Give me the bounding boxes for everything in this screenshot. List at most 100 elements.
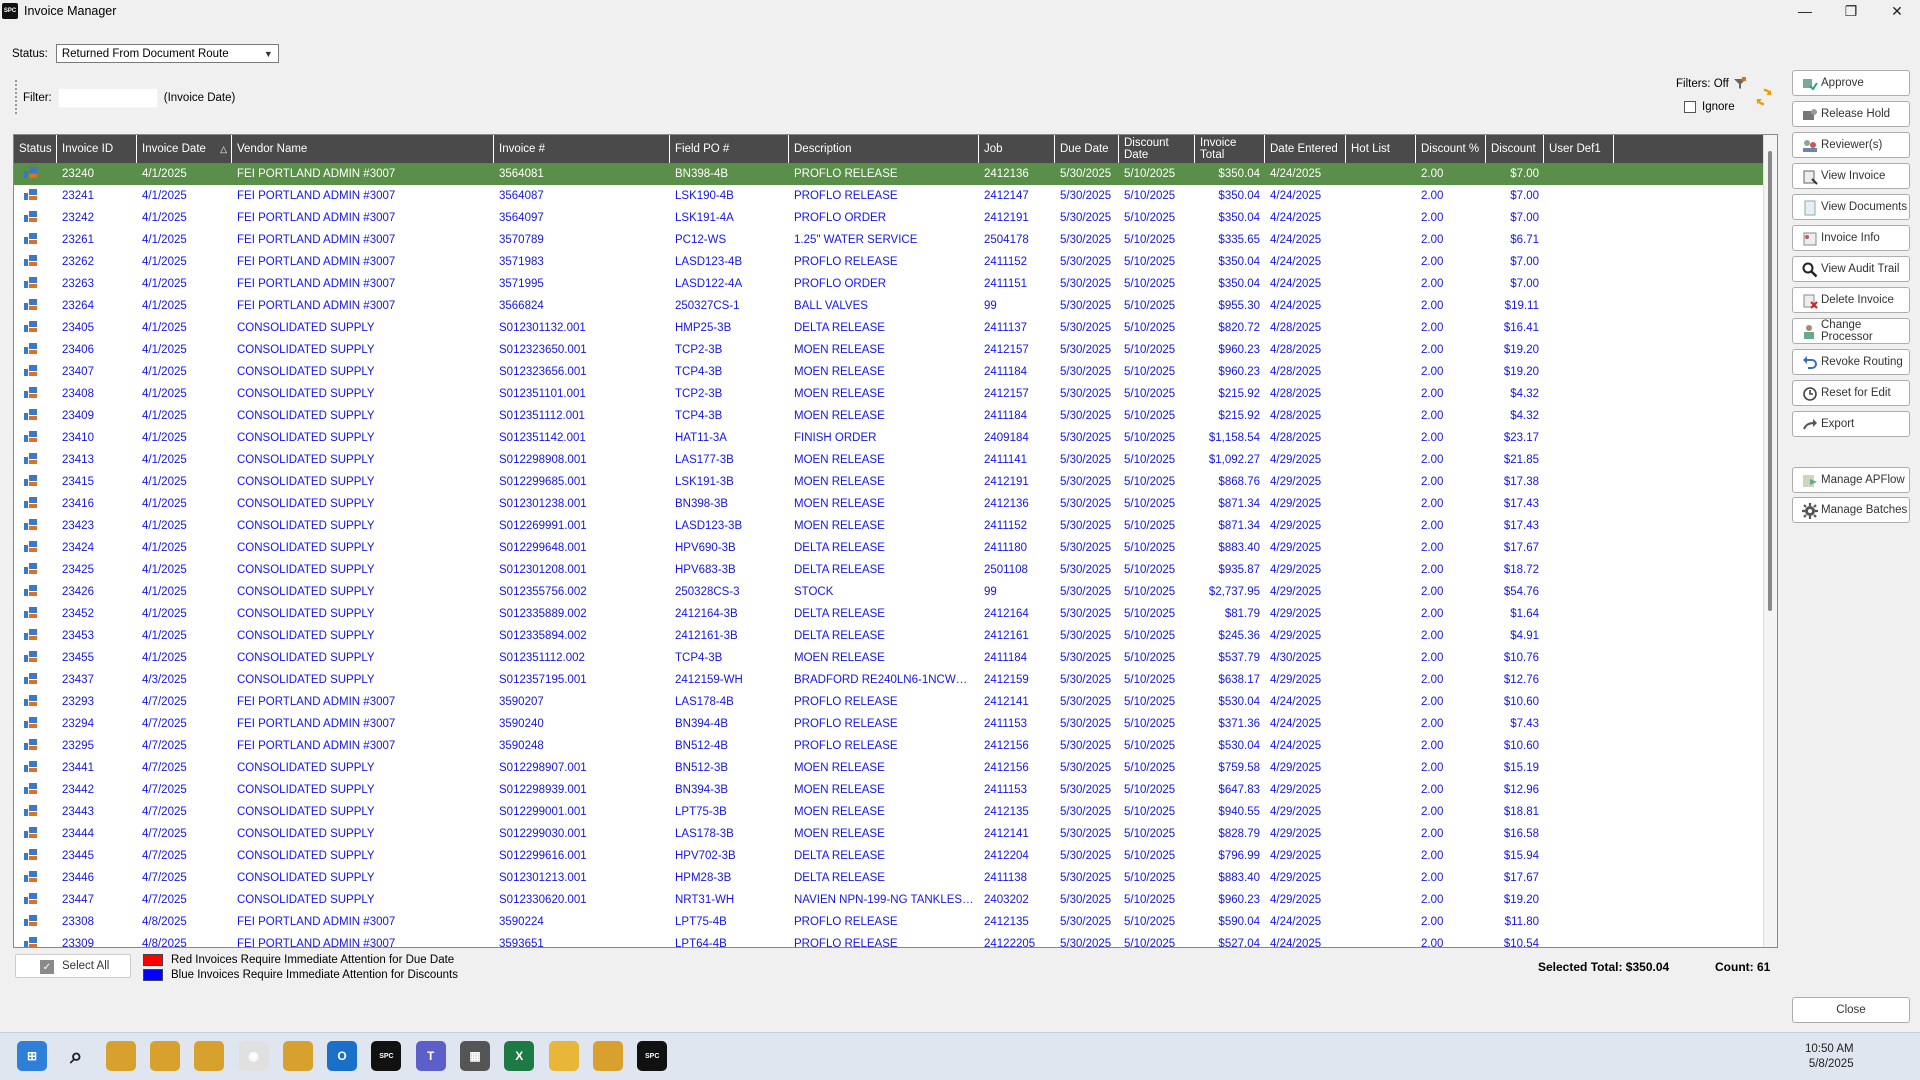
table-row[interactable]: 23263 4/1/2025 FEI PORTLAND ADMIN #3007 357… — [14, 273, 1764, 295]
tray-clock[interactable]: 10:50 AM 5/8/2025 — [1805, 1042, 1854, 1072]
table-row[interactable]: 23442 4/7/2025 CONSOLIDATED SUPPLY S0122989… — [14, 779, 1764, 801]
table-row[interactable]: 23241 4/1/2025 FEI PORTLAND ADMIN #3007 356… — [14, 185, 1764, 207]
filter-input[interactable] — [57, 88, 158, 108]
column-header-user-def1[interactable]: User Def1 — [1544, 135, 1614, 163]
funnel-icon[interactable] — [1733, 77, 1747, 91]
filters-status[interactable]: Filters: Off — [1676, 77, 1747, 91]
reviewer-s-button[interactable]: Reviewer(s) — [1792, 132, 1910, 158]
column-header-invoice[interactable]: Invoice # — [494, 135, 670, 163]
table-row[interactable]: 23413 4/1/2025 CONSOLIDATED SUPPLY S0122989… — [14, 449, 1764, 471]
taskbar-teams-icon[interactable]: T — [415, 1041, 446, 1071]
table-row[interactable]: 23453 4/1/2025 CONSOLIDATED SUPPLY S0123358… — [14, 625, 1764, 647]
table-row[interactable]: 23443 4/7/2025 CONSOLIDATED SUPPLY S0122990… — [14, 801, 1764, 823]
view-invoice-icon — [1802, 169, 1818, 185]
column-header-discount[interactable]: Discount % — [1416, 135, 1486, 163]
table-row[interactable]: 23294 4/7/2025 FEI PORTLAND ADMIN #3007 359… — [14, 713, 1764, 735]
taskbar-excel-icon[interactable]: X — [504, 1041, 535, 1071]
column-header-invoice-date[interactable]: Invoice Date △ — [137, 135, 232, 163]
release-hold-button[interactable]: Release Hold — [1792, 101, 1910, 127]
view-invoice-button[interactable]: View Invoice — [1792, 163, 1910, 189]
table-row[interactable]: 23437 4/3/2025 CONSOLIDATED SUPPLY S0123571… — [14, 669, 1764, 691]
cell-invoice-date: 4/1/2025 — [142, 168, 187, 180]
table-row[interactable]: 23424 4/1/2025 CONSOLIDATED SUPPLY S0122996… — [14, 537, 1764, 559]
taskbar-start-icon[interactable]: ⊞ — [17, 1041, 47, 1071]
scrollbar-thumb[interactable] — [1768, 151, 1772, 611]
invoice-info-button[interactable]: Invoice Info — [1792, 225, 1910, 251]
restore-button[interactable]: ❐ — [1828, 0, 1874, 22]
revoke-routing-button[interactable]: Revoke Routing — [1792, 349, 1910, 375]
table-row[interactable]: 23406 4/1/2025 CONSOLIDATED SUPPLY S0123236… — [14, 339, 1764, 361]
close-window-button[interactable]: ✕ — [1874, 0, 1920, 22]
column-header-job[interactable]: Job — [979, 135, 1055, 163]
reset-for-edit-button[interactable]: Reset for Edit — [1792, 380, 1910, 406]
change-processor-button[interactable]: Change Processor — [1792, 318, 1910, 344]
taskbar-search-icon[interactable]: ⌕ — [61, 1041, 91, 1071]
table-row[interactable]: 23262 4/1/2025 FEI PORTLAND ADMIN #3007 357… — [14, 251, 1764, 273]
taskbar-calculator-icon[interactable]: ▦ — [460, 1041, 490, 1071]
table-row[interactable]: 23441 4/7/2025 CONSOLIDATED SUPPLY S0122989… — [14, 757, 1764, 779]
status-dropdown[interactable]: Returned From Document Route ▼ — [55, 44, 279, 63]
taskbar-app-icon[interactable] — [282, 1041, 313, 1071]
table-row[interactable]: 23455 4/1/2025 CONSOLIDATED SUPPLY S0123511… — [14, 647, 1764, 669]
select-all-button[interactable]: ✓ Select All — [15, 954, 131, 978]
taskbar-outlook-icon[interactable]: O — [327, 1041, 358, 1071]
column-header-status[interactable]: Status — [14, 135, 57, 163]
table-row[interactable]: 23405 4/1/2025 CONSOLIDATED SUPPLY S0123011… — [14, 317, 1764, 339]
table-row[interactable]: 23293 4/7/2025 FEI PORTLAND ADMIN #3007 359… — [14, 691, 1764, 713]
refresh-icon[interactable] — [1755, 88, 1773, 106]
taskbar-app-icon[interactable] — [149, 1041, 180, 1071]
table-row[interactable]: 23452 4/1/2025 CONSOLIDATED SUPPLY S0123358… — [14, 603, 1764, 625]
table-row[interactable]: 23309 4/8/2025 FEI PORTLAND ADMIN #3007 359… — [14, 933, 1764, 947]
vertical-scrollbar[interactable] — [1763, 135, 1777, 947]
minimize-button[interactable]: — — [1782, 0, 1828, 22]
table-row[interactable]: 23242 4/1/2025 FEI PORTLAND ADMIN #3007 356… — [14, 207, 1764, 229]
column-header-due-date[interactable]: Due Date — [1055, 135, 1119, 163]
taskbar-spc-icon[interactable]: SPC — [371, 1041, 402, 1071]
ignore-checkbox[interactable] — [1684, 101, 1696, 113]
close-button[interactable]: Close — [1792, 997, 1910, 1023]
delete-invoice-icon — [1802, 293, 1818, 309]
column-header-date-entered[interactable]: Date Entered — [1265, 135, 1346, 163]
table-row[interactable]: 23295 4/7/2025 FEI PORTLAND ADMIN #3007 359… — [14, 735, 1764, 757]
table-row[interactable]: 23446 4/7/2025 CONSOLIDATED SUPPLY S0123012… — [14, 867, 1764, 889]
delete-invoice-button[interactable]: Delete Invoice — [1792, 287, 1910, 313]
view-documents-button[interactable]: View Documents — [1792, 194, 1910, 220]
manage-apflow-button[interactable]: Manage APFlow — [1792, 467, 1910, 493]
table-row[interactable]: 23264 4/1/2025 FEI PORTLAND ADMIN #3007 356… — [14, 295, 1764, 317]
column-header-vendor-name[interactable]: Vendor Name — [232, 135, 494, 163]
taskbar-folder-icon[interactable] — [548, 1041, 579, 1071]
ignore-toggle[interactable]: Ignore — [1684, 101, 1735, 113]
table-row[interactable]: 23445 4/7/2025 CONSOLIDATED SUPPLY S0122996… — [14, 845, 1764, 867]
column-header-hot-list[interactable]: Hot List — [1346, 135, 1416, 163]
table-row[interactable]: 23426 4/1/2025 CONSOLIDATED SUPPLY S0123557… — [14, 581, 1764, 603]
table-row[interactable]: 23407 4/1/2025 CONSOLIDATED SUPPLY S0123236… — [14, 361, 1764, 383]
column-header-field-po[interactable]: Field PO # — [670, 135, 789, 163]
invoice-grid[interactable]: Status Invoice ID Invoice Date △ Vendor Name… — [13, 134, 1778, 948]
table-row[interactable]: 23447 4/7/2025 CONSOLIDATED SUPPLY S0123306… — [14, 889, 1764, 911]
table-row[interactable]: 23308 4/8/2025 FEI PORTLAND ADMIN #3007 359… — [14, 911, 1764, 933]
table-row[interactable]: 23240 4/1/2025 FEI PORTLAND ADMIN #3007 356… — [14, 163, 1764, 185]
table-row[interactable]: 23408 4/1/2025 CONSOLIDATED SUPPLY S0123511… — [14, 383, 1764, 405]
table-row[interactable]: 23415 4/1/2025 CONSOLIDATED SUPPLY S0122996… — [14, 471, 1764, 493]
table-row[interactable]: 23410 4/1/2025 CONSOLIDATED SUPPLY S0123511… — [14, 427, 1764, 449]
taskbar-app-icon[interactable] — [592, 1041, 623, 1071]
taskbar-app-icon[interactable] — [194, 1041, 225, 1071]
taskbar-app-icon[interactable] — [105, 1041, 136, 1071]
column-header-discount[interactable]: Discount — [1486, 135, 1544, 163]
taskbar-spc-icon[interactable]: SPC — [637, 1041, 668, 1071]
approve-button[interactable]: Approve — [1792, 70, 1910, 96]
table-row[interactable]: 23444 4/7/2025 CONSOLIDATED SUPPLY S0122990… — [14, 823, 1764, 845]
column-header-invoice-id[interactable]: Invoice ID — [57, 135, 137, 163]
table-row[interactable]: 23261 4/1/2025 FEI PORTLAND ADMIN #3007 357… — [14, 229, 1764, 251]
table-row[interactable]: 23409 4/1/2025 CONSOLIDATED SUPPLY S0123511… — [14, 405, 1764, 427]
table-row[interactable]: 23423 4/1/2025 CONSOLIDATED SUPPLY S0122699… — [14, 515, 1764, 537]
manage-batches-button[interactable]: Manage Batches — [1792, 497, 1910, 523]
column-header-invoice-total[interactable]: Invoice Total — [1195, 135, 1265, 163]
export-button[interactable]: Export — [1792, 411, 1910, 437]
table-row[interactable]: 23416 4/1/2025 CONSOLIDATED SUPPLY S0123012… — [14, 493, 1764, 515]
column-header-description[interactable]: Description — [789, 135, 979, 163]
view-audit-trail-button[interactable]: View Audit Trail — [1792, 256, 1910, 282]
taskbar-chrome-icon[interactable]: ◉ — [238, 1041, 269, 1071]
column-header-discount-date[interactable]: Discount Date — [1119, 135, 1195, 163]
table-row[interactable]: 23425 4/1/2025 CONSOLIDATED SUPPLY S0123012… — [14, 559, 1764, 581]
